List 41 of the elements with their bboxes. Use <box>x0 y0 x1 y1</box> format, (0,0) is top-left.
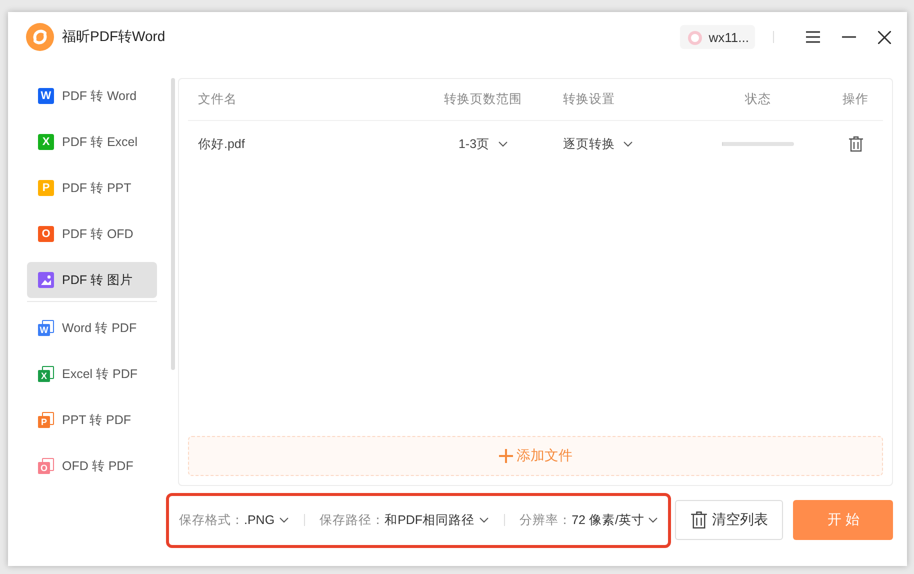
column-header: 转换页数范围 <box>443 91 523 108</box>
column-header: 转换设置 <box>562 91 616 108</box>
file-name: 你好.pdf <box>197 136 246 152</box>
window-title: 福昕PDF转Word <box>62 28 166 46</box>
scrollbar[interactable] <box>171 78 175 370</box>
plus-icon <box>498 449 513 463</box>
menu-icon[interactable] <box>806 31 820 43</box>
trash-icon[interactable] <box>848 136 863 152</box>
chevron-down-icon <box>623 141 633 147</box>
column-header: 操作 <box>842 91 870 108</box>
conversion-setting-dropdown[interactable]: 逐页转换 <box>563 136 633 152</box>
column-header: 状态 <box>744 91 772 108</box>
sidebar-item[interactable]: W PDF 转 Word <box>27 78 157 114</box>
sidebar-item[interactable]: O PDF 转 OFD <box>27 216 157 252</box>
sidebar-item[interactable]: P PPT 转 PDF <box>27 402 157 438</box>
file-type-icon: W <box>38 88 54 104</box>
sidebar-item[interactable]: PDF 转 图片 <box>27 262 157 298</box>
chevron-down-icon <box>478 517 489 523</box>
option-dropdown[interactable]: 保存路径：和PDF相同路径 <box>320 512 489 528</box>
sidebar-item[interactable]: P PDF 转 PPT <box>27 170 157 206</box>
logo-icon <box>26 23 54 51</box>
file-type-icon: X <box>38 134 54 150</box>
file-type-icon: O <box>38 226 54 242</box>
chevron-down-icon <box>278 517 289 523</box>
chevron-down-icon <box>648 517 658 523</box>
close-icon[interactable] <box>878 30 891 44</box>
sidebar-item[interactable]: X PDF 转 Excel <box>27 124 157 160</box>
clear-list-button[interactable]: 清空列表 <box>675 500 784 540</box>
option-dropdown[interactable]: 保存格式：.PNG <box>179 512 289 528</box>
option-dropdown[interactable]: 分辨率：72 像素/英寸 <box>520 512 658 528</box>
sidebar-item[interactable]: O OFD 转 PDF <box>27 448 157 484</box>
minimize-icon[interactable] <box>842 36 856 38</box>
sidebar-item[interactable]: W Word 转 PDF <box>27 310 157 346</box>
file-type-icon: P <box>38 180 54 196</box>
avatar-icon <box>686 28 704 46</box>
page-range-dropdown[interactable]: 1-3页 <box>458 136 508 152</box>
trash-icon <box>690 511 707 529</box>
column-header: 文件名 <box>197 91 238 108</box>
sidebar-item[interactable]: X Excel 转 PDF <box>27 356 157 392</box>
user-account-button[interactable]: wx11... <box>680 25 755 49</box>
chevron-down-icon <box>498 141 508 147</box>
